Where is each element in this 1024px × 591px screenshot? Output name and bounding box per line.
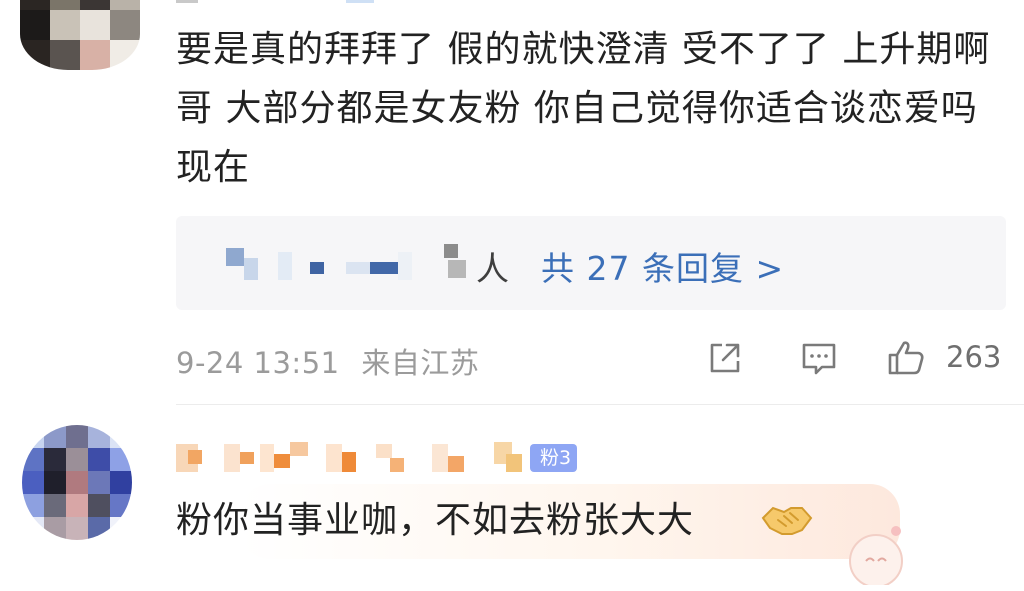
comment-thread: 要是真的拜拜了 假的就快澄清 受不了了 上升期啊哥 大部分都是女友粉 你自己觉得… [0,0,1024,591]
comment-text: 要是真的拜拜了 假的就快澄清 受不了了 上升期啊哥 大部分都是女友粉 你自己觉得… [176,29,991,188]
blurred-username[interactable] [176,440,536,474]
handshake-icon [761,506,813,535]
share-icon[interactable] [705,338,745,378]
decorative-sticker-icon [849,526,903,585]
replies-preview[interactable]: 人 共 27 条回复 > [176,216,1006,310]
username-fragment [176,0,376,4]
comment-text: 粉你当事业咖，不如去粉张大大 [176,500,695,541]
comment-divider [176,404,1024,405]
comment-icon[interactable] [799,338,839,378]
fan-badge: 粉3 [530,444,578,472]
comment-meta: 9-24 13:51 来自江苏 [176,340,479,382]
blurred-usernames [226,238,466,288]
comment-date: 9-24 13:51 [176,346,340,380]
like-count: 263 [946,340,1002,374]
avatar[interactable] [20,0,140,70]
avatar[interactable] [22,425,132,540]
replies-person-suffix: 人 [476,249,509,288]
comment-location: 来自江苏 [361,346,480,380]
like-icon[interactable] [886,338,926,378]
view-replies-link[interactable]: 共 27 条回复 > [541,242,784,290]
